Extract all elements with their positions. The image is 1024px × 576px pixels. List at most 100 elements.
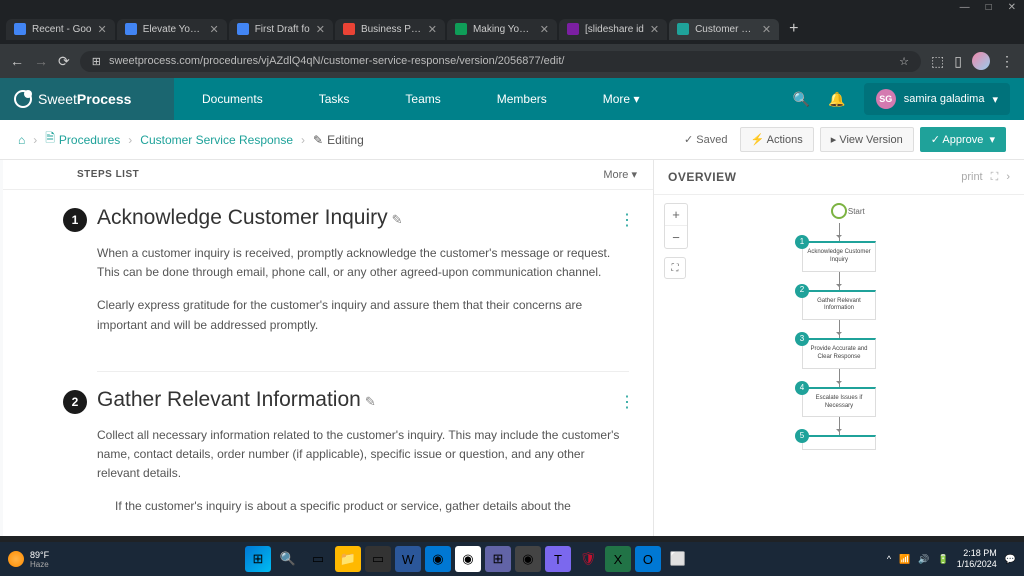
- close-icon[interactable]: ✕: [762, 23, 771, 36]
- bc-procedures[interactable]: Procedures: [59, 133, 120, 147]
- actions-button[interactable]: ⚡ Actions: [740, 127, 814, 152]
- browser-tab[interactable]: [slideshare id✕: [559, 19, 667, 40]
- step-item: 1 ⋮ Acknowledge Customer Inquiry✎ When a…: [3, 190, 653, 371]
- browser-tab[interactable]: Recent - Goo✕: [6, 19, 115, 40]
- expand-icon[interactable]: ⛶: [991, 171, 999, 184]
- sidepanel-icon[interactable]: ▯: [954, 53, 962, 70]
- flow-node-number: 5: [795, 429, 809, 443]
- url-bar[interactable]: ⊞ sweetprocess.com/procedures/vjAZdlQ4qN…: [80, 51, 921, 72]
- fullscreen-button[interactable]: ⛶: [664, 257, 686, 279]
- url-text: sweetprocess.com/procedures/vjAZdlQ4qN/c…: [109, 55, 891, 67]
- close-icon[interactable]: ✕: [540, 23, 549, 36]
- star-icon[interactable]: ☆: [899, 55, 909, 68]
- step-title[interactable]: Acknowledge Customer Inquiry✎: [97, 206, 629, 230]
- menu-icon[interactable]: ⋮: [1000, 53, 1014, 70]
- close-icon[interactable]: ✕: [428, 23, 437, 36]
- close-icon[interactable]: ✕: [316, 23, 325, 36]
- tab-title: First Draft fo: [255, 24, 310, 35]
- chrome-icon[interactable]: ◉: [455, 546, 481, 572]
- nav-tasks[interactable]: Tasks: [291, 78, 378, 120]
- nav-teams[interactable]: Teams: [377, 78, 468, 120]
- taskview-button[interactable]: ▭: [305, 546, 331, 572]
- favicon: [14, 23, 26, 35]
- print-link[interactable]: print: [961, 171, 982, 183]
- pencil-icon[interactable]: ✎: [365, 394, 376, 409]
- search-button[interactable]: 🔍: [275, 546, 301, 572]
- flow-node[interactable]: 2Gather Relevant Information: [802, 290, 876, 321]
- browser-tab[interactable]: First Draft fo ✕: [229, 19, 333, 40]
- close-icon[interactable]: ✕: [650, 23, 659, 36]
- zoom-out-button[interactable]: −: [665, 226, 687, 248]
- app-icon[interactable]: ⬜: [665, 546, 691, 572]
- browser-tabs: Recent - Goo✕Elevate Your I✕First Draft …: [0, 14, 1024, 44]
- chevron-right-icon[interactable]: ›: [1006, 171, 1010, 183]
- flow-node-number: 2: [795, 284, 809, 298]
- window-minimize[interactable]: —: [960, 2, 970, 13]
- browser-tab[interactable]: Elevate Your I✕: [117, 19, 227, 40]
- app-icon[interactable]: ◉: [515, 546, 541, 572]
- bell-icon[interactable]: 🔔: [828, 91, 845, 108]
- step-item: 2 ⋮ Gather Relevant Information✎ Collect…: [3, 372, 653, 553]
- steps-more-menu[interactable]: More ▾: [603, 168, 637, 181]
- logo[interactable]: SweetProcess: [0, 78, 174, 120]
- user-menu[interactable]: SG samira galadima ▾: [864, 83, 1010, 115]
- back-icon[interactable]: ←: [10, 53, 24, 69]
- new-tab-button[interactable]: +: [781, 20, 806, 38]
- profile-avatar[interactable]: [972, 52, 990, 70]
- close-icon[interactable]: ✕: [209, 23, 218, 36]
- flow-node-number: 1: [795, 235, 809, 249]
- word-icon[interactable]: W: [395, 546, 421, 572]
- step-text[interactable]: When a customer inquiry is received, pro…: [97, 244, 629, 335]
- nav-documents[interactable]: Documents: [174, 78, 291, 120]
- flow-start-node[interactable]: [831, 203, 847, 219]
- approve-button[interactable]: ✓ Approve ▾: [920, 127, 1006, 152]
- home-icon[interactable]: ⌂: [18, 133, 25, 147]
- window-maximize[interactable]: □: [986, 2, 992, 13]
- bc-procedure[interactable]: Customer Service Response: [140, 133, 293, 147]
- outlook-icon[interactable]: O: [635, 546, 661, 572]
- pencil-icon: ✎: [313, 133, 323, 147]
- tab-title: Customer Ser: [695, 24, 756, 35]
- step-title[interactable]: Gather Relevant Information✎: [97, 388, 629, 412]
- battery-icon[interactable]: 🔋: [938, 554, 949, 565]
- volume-icon[interactable]: 🔊: [918, 554, 929, 565]
- nav-more[interactable]: More ▾: [575, 78, 668, 120]
- clock[interactable]: 2:18 PM1/16/2024: [957, 548, 997, 570]
- nav-members[interactable]: Members: [469, 78, 575, 120]
- zoom-in-button[interactable]: +: [665, 204, 687, 226]
- teams-icon[interactable]: ⊞: [485, 546, 511, 572]
- flow-node[interactable]: 3Provide Accurate and Clear Response: [802, 338, 876, 369]
- edge-icon[interactable]: ◉: [425, 546, 451, 572]
- flow-node[interactable]: 1Acknowledge Customer Inquiry: [802, 241, 876, 272]
- reload-icon[interactable]: ⟳: [58, 53, 70, 70]
- explorer-icon[interactable]: 📁: [335, 546, 361, 572]
- step-menu-icon[interactable]: ⋮: [619, 392, 635, 412]
- flow-node[interactable]: 5: [802, 435, 876, 450]
- close-icon[interactable]: ✕: [97, 23, 106, 36]
- step-menu-icon[interactable]: ⋮: [619, 210, 635, 230]
- view-version-button[interactable]: ▸ View Version: [820, 127, 914, 152]
- favicon: [455, 23, 467, 35]
- excel-icon[interactable]: X: [605, 546, 631, 572]
- tab-title: Business Proc: [361, 24, 422, 35]
- start-button[interactable]: ⊞: [245, 546, 271, 572]
- favicon: [567, 23, 579, 35]
- weather-widget[interactable]: 89°FHaze: [8, 550, 49, 569]
- step-text[interactable]: Collect all necessary information relate…: [97, 426, 629, 517]
- notifications-icon[interactable]: 💬: [1005, 554, 1016, 565]
- mcafee-icon[interactable]: 🛡: [575, 546, 601, 572]
- app-icon[interactable]: ▭: [365, 546, 391, 572]
- forward-icon[interactable]: →: [34, 53, 48, 69]
- search-icon[interactable]: 🔍: [793, 91, 810, 108]
- app-icon[interactable]: T: [545, 546, 571, 572]
- wifi-icon[interactable]: 📶: [899, 554, 910, 565]
- browser-tab[interactable]: Business Proc ✕: [335, 19, 445, 40]
- browser-tab[interactable]: Making Your S✕: [447, 19, 557, 40]
- extensions-icon[interactable]: ⬚: [931, 53, 944, 70]
- window-close[interactable]: ✕: [1008, 2, 1016, 13]
- tray-chevron-icon[interactable]: ^: [887, 554, 891, 564]
- browser-tab[interactable]: Customer Ser ✕: [669, 19, 779, 40]
- flow-start-label: Start: [848, 207, 865, 216]
- pencil-icon[interactable]: ✎: [392, 212, 403, 227]
- flow-node[interactable]: 4Escalate Issues if Necessary: [802, 387, 876, 418]
